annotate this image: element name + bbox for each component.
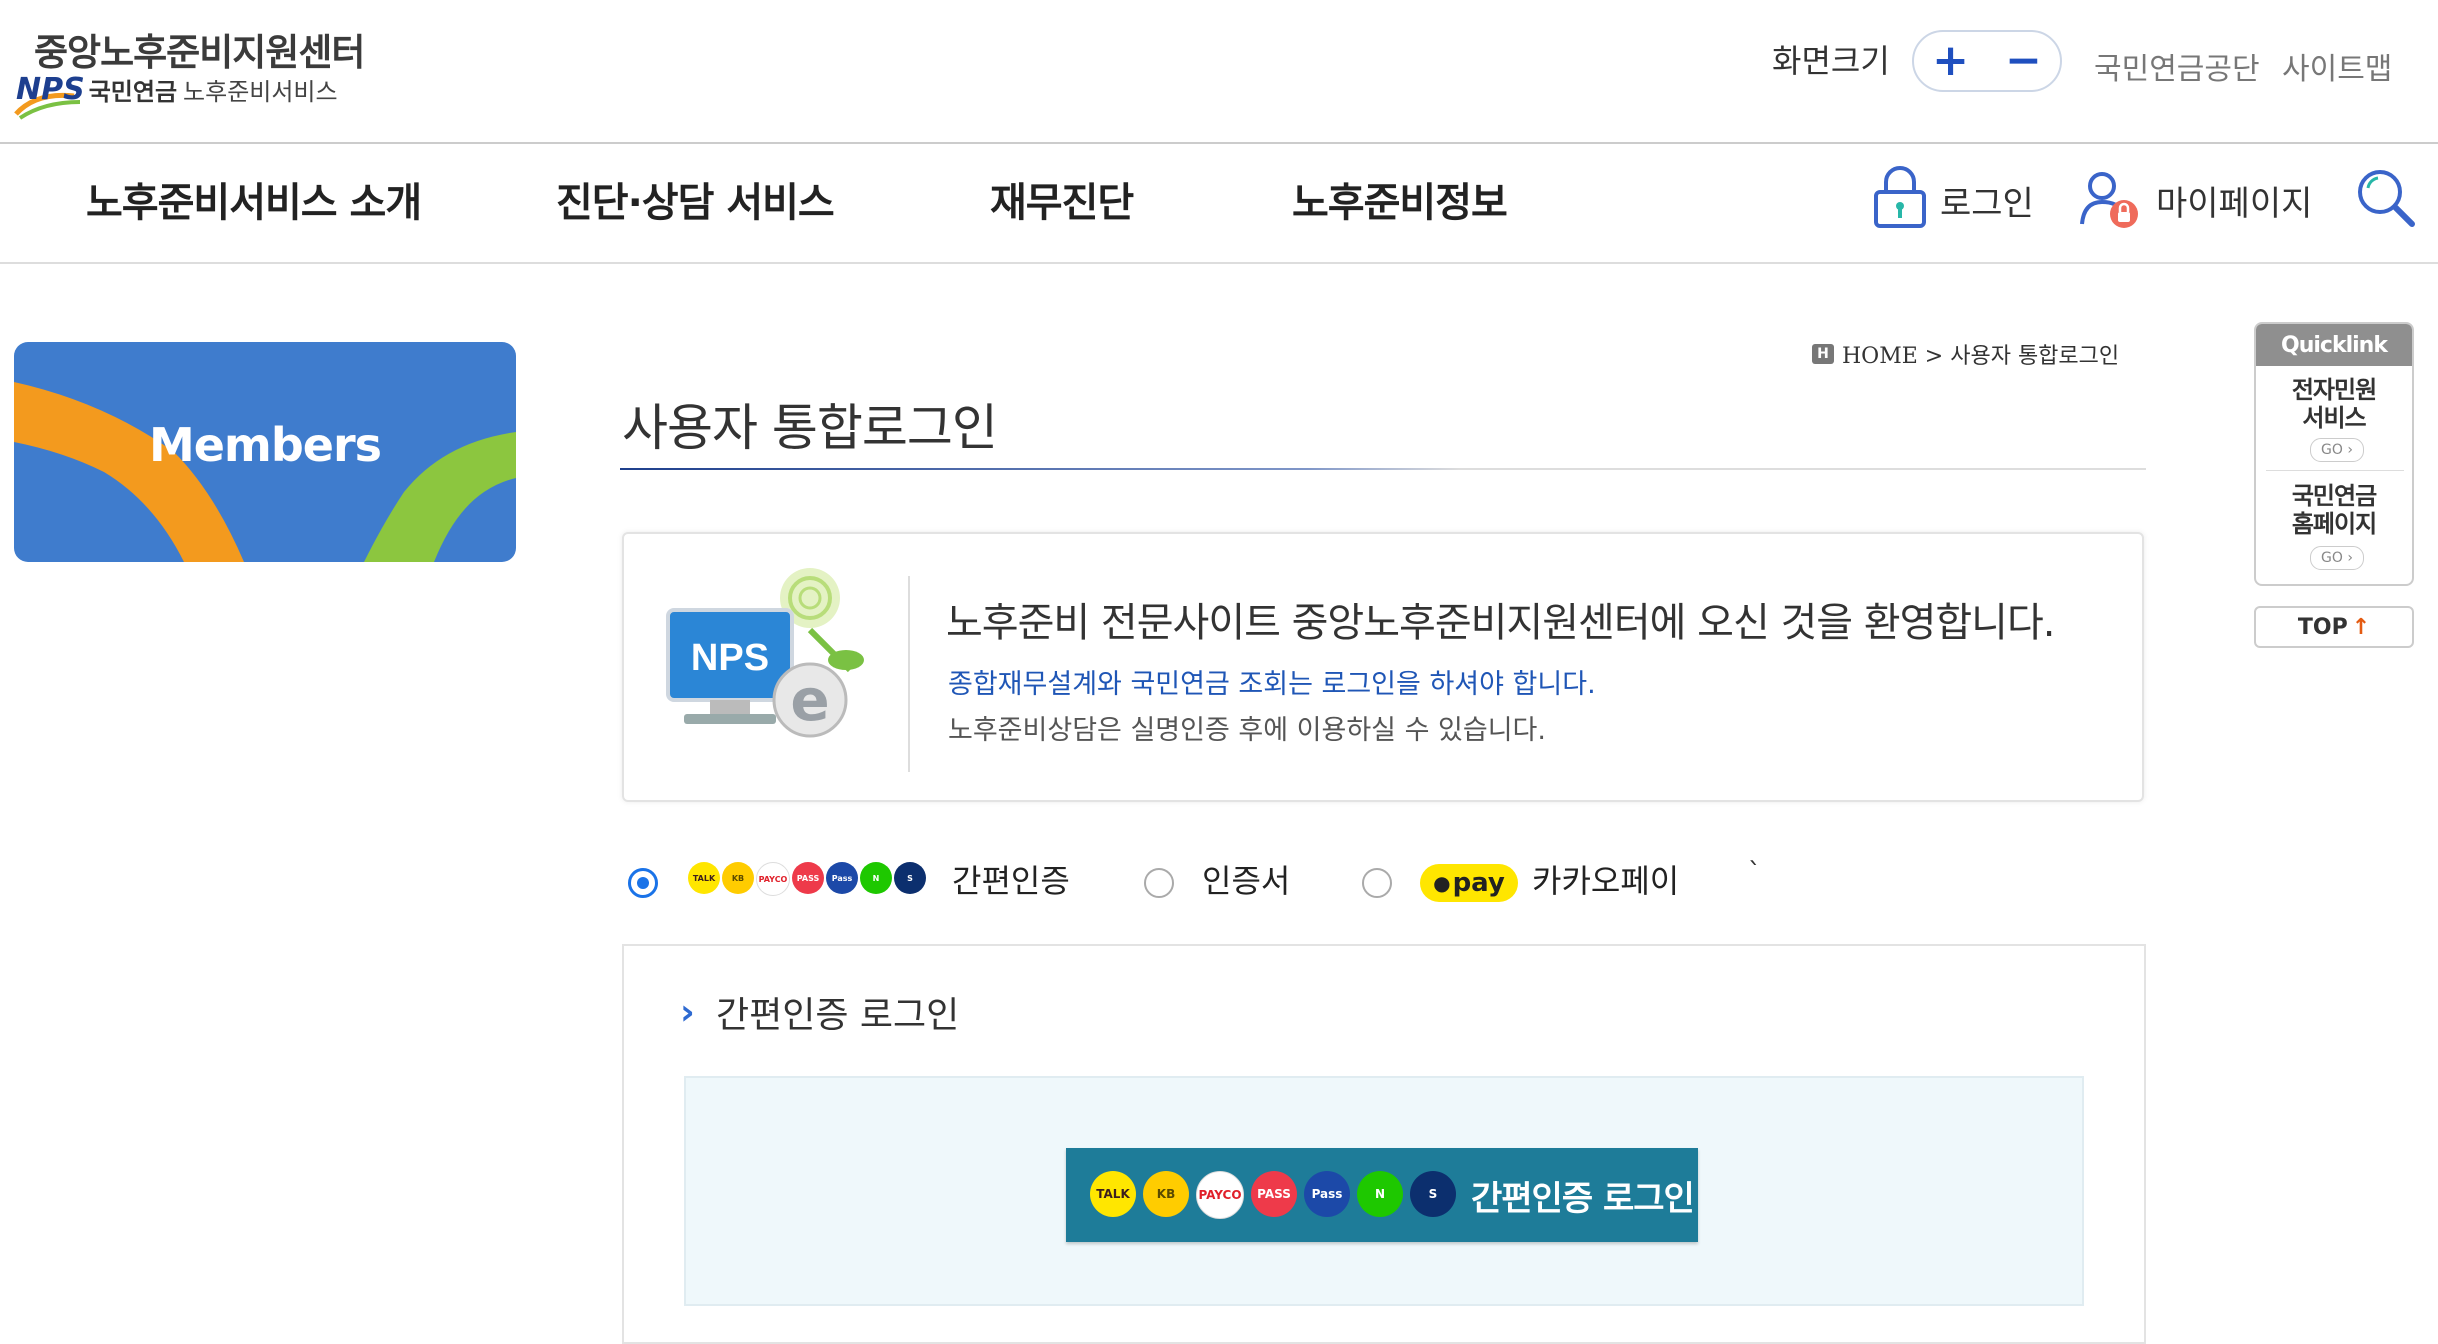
quicklink-divider: [2266, 470, 2404, 471]
quicklink-title: Quicklink: [2256, 324, 2412, 366]
nps-monitor-icon: NPS e: [666, 568, 864, 738]
welcome-notice-blue: 종합재무설계와 국민연금 조회는 로그인을 하셔야 합니다.: [948, 669, 1596, 700]
kb-icon: KB: [1143, 1171, 1189, 1217]
welcome-title: 노후준비 전문사이트 중앙노후준비지원센터에 오신 것을 환영합니다.: [946, 600, 2055, 646]
shinhan-icon: S: [894, 862, 926, 894]
arrow-up-icon: ↑: [2351, 614, 2371, 640]
top-button-label: TOP: [2297, 614, 2348, 640]
nps-home-link[interactable]: 국민연금공단: [2094, 44, 2260, 88]
payco-icon: PAYCO: [1196, 1171, 1244, 1219]
welcome-divider: [908, 576, 910, 772]
title-underline: [620, 468, 2146, 470]
breadcrumb-path: HOME > 사용자 통합로그인: [1842, 344, 2120, 369]
stray-mark: `: [1748, 858, 1761, 888]
gnb-divider: [0, 262, 2438, 264]
nps-logo-text: NPS: [16, 72, 85, 107]
easy-login-button-label: 간편인증 로그인: [1471, 1178, 1695, 1219]
members-title: Members: [148, 418, 382, 472]
svg-text:NPS: NPS: [691, 637, 769, 679]
easy-login-button[interactable]: TALK KB PAYCO PASS Pass N S 간편인증 로그인: [1066, 1148, 1698, 1242]
zoom-out-button[interactable]: −: [2005, 39, 2042, 83]
zoom-in-button[interactable]: +: [1932, 39, 1969, 83]
payco-icon: PAYCO: [756, 862, 790, 896]
kakaopay-radio[interactable]: [1362, 868, 1392, 898]
kakaopay-badge-text: pay: [1452, 868, 1505, 898]
site-logo-sub[interactable]: NPS 국민연금 노후준비서비스: [16, 72, 338, 107]
zoom-control: + −: [1912, 30, 2062, 92]
kakaopay-badge: ● pay: [1420, 864, 1518, 902]
easy-auth-radio[interactable]: [628, 868, 658, 898]
header-divider: [0, 142, 2438, 144]
gnb-item-finance[interactable]: 재무진단: [990, 170, 1134, 228]
search-icon[interactable]: [2354, 166, 2418, 230]
naver-icon: N: [860, 862, 892, 894]
welcome-notice-gray: 노후준비상담은 실명인증 후에 이용하실 수 있습니다.: [948, 715, 1546, 746]
pass-icon: PASS: [792, 862, 824, 894]
kakaopay-label[interactable]: 카카오페이: [1532, 856, 1679, 902]
logo-org: 국민연금: [88, 78, 178, 106]
kakao-talk-icon: TALK: [1090, 1171, 1136, 1217]
quicklink-panel: Quicklink 전자민원 서비스 GO › 국민연금 홈페이지 GO ›: [2254, 322, 2414, 586]
section-title: 간편인증 로그인: [716, 995, 960, 1036]
gnb-item-info[interactable]: 노후준비정보: [1292, 170, 1508, 228]
logo-service: 노후준비서비스: [183, 78, 338, 106]
certificate-label[interactable]: 인증서: [1202, 856, 1290, 902]
zoom-label: 화면크기: [1772, 42, 1890, 80]
login-link[interactable]: 로그인: [1940, 176, 2034, 225]
quicklink-nps-go-button[interactable]: GO ›: [2310, 546, 2364, 570]
quicklink-nps-home[interactable]: 국민연금 홈페이지: [2256, 482, 2412, 538]
naver-icon: N: [1357, 1171, 1403, 1217]
gnb-item-consulting[interactable]: 진단·상담 서비스: [556, 170, 835, 228]
speech-bubble-icon: ●: [1433, 871, 1451, 895]
site-logo-title[interactable]: 중앙노후준비지원센터: [34, 22, 365, 76]
breadcrumb: H HOME > 사용자 통합로그인: [1812, 338, 2119, 370]
user-icon[interactable]: [2078, 168, 2144, 230]
lock-icon[interactable]: [1872, 164, 1928, 230]
kakao-talk-icon: TALK: [688, 862, 720, 894]
sitemap-link[interactable]: 사이트맵: [2282, 44, 2392, 88]
top-button[interactable]: TOP ↑: [2254, 606, 2414, 648]
kb-icon: KB: [722, 862, 754, 894]
gnb-item-intro[interactable]: 노후준비서비스 소개: [86, 170, 422, 228]
quicklink-minwon-go-button[interactable]: GO ›: [2310, 438, 2364, 462]
shinhan-icon: S: [1410, 1171, 1456, 1217]
easy-auth-provider-icons: TALK KB PAYCO PASS Pass N S: [688, 862, 928, 896]
certificate-radio[interactable]: [1144, 868, 1174, 898]
quicklink-minwon[interactable]: 전자민원 서비스: [2256, 376, 2412, 432]
home-icon[interactable]: H: [1812, 344, 1834, 364]
easy-auth-label[interactable]: 간편인증: [952, 856, 1070, 902]
button-provider-icons: TALK KB PAYCO PASS Pass N S: [1090, 1171, 1463, 1219]
page-title: 사용자 통합로그인: [622, 399, 998, 457]
chevron-right-icon: ›: [680, 992, 695, 1033]
samsung-pass-icon: Pass: [1304, 1171, 1350, 1217]
pass-icon: PASS: [1251, 1171, 1297, 1217]
svg-text:e: e: [790, 666, 829, 734]
mypage-link[interactable]: 마이페이지: [2156, 176, 2312, 225]
samsung-pass-icon: Pass: [826, 862, 858, 894]
